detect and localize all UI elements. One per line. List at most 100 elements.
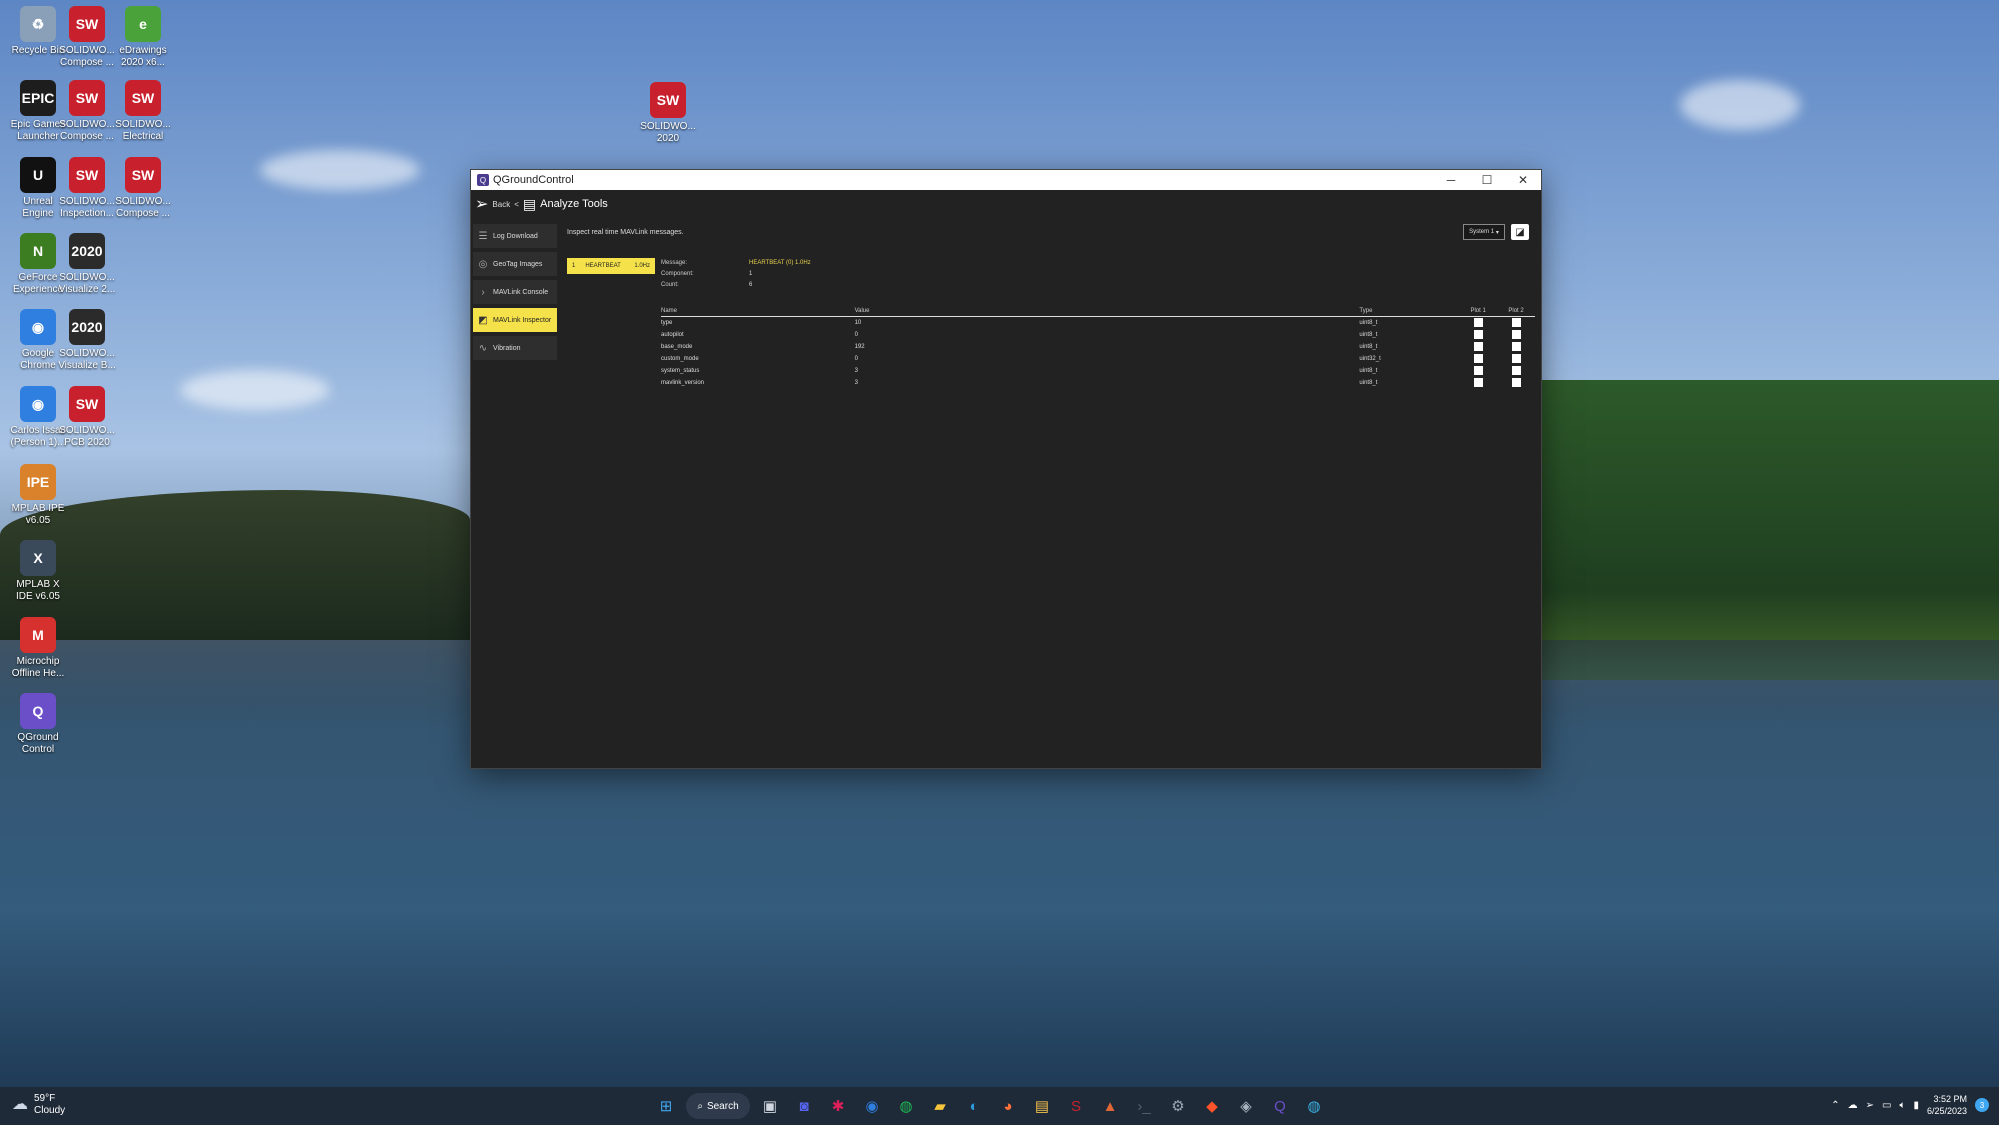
plot1-checkbox[interactable]	[1473, 377, 1483, 387]
desktop-icon[interactable]: SW SOLIDWO... Compose ...	[57, 6, 117, 69]
plot2-checkbox[interactable]	[1511, 353, 1521, 363]
windows-start-icon[interactable]: ⊞	[652, 1092, 680, 1120]
edge-icon[interactable]: ◐	[960, 1092, 988, 1120]
sidebar-item-label: Log Download	[493, 232, 538, 240]
desktop-icon[interactable]: SW SOLIDWO... Compose ...	[57, 80, 117, 143]
close-button[interactable]: ✕	[1505, 170, 1541, 190]
discord-icon[interactable]: ◙	[790, 1092, 818, 1120]
clock[interactable]: 3:52 PM 6/25/2023	[1927, 1093, 1967, 1117]
plot2-checkbox[interactable]	[1511, 341, 1521, 351]
qgroundcontrol-window: Q QGroundControl ─ ☐ ✕ ➢ Back < ▤ Analyz…	[471, 170, 1541, 768]
sidebar-item-log-download[interactable]: ☰ Log Download	[473, 224, 557, 248]
send-icon[interactable]: ➢	[1866, 1100, 1874, 1111]
sidebar-icon: ›	[481, 286, 485, 298]
settings-toggle-button[interactable]: ◪	[1511, 224, 1529, 240]
plot1-checkbox[interactable]	[1473, 317, 1483, 327]
file-explorer-icon[interactable]: ▤	[1028, 1092, 1056, 1120]
desktop-icon-label: eDrawings 2020 x6...	[119, 45, 167, 68]
chrome-icon[interactable]: ◉	[858, 1092, 886, 1120]
field-type: uint32_t	[1359, 356, 1381, 362]
info-key: Component:	[661, 271, 694, 277]
field-type: uint8_t	[1359, 332, 1378, 338]
cloud	[1680, 80, 1800, 130]
desktop-icon[interactable]: e eDrawings 2020 x6...	[113, 6, 173, 69]
qgroundcontrol-icon[interactable]: Q	[1266, 1092, 1294, 1120]
field-type: uint8_t	[1359, 320, 1378, 326]
desktop-icon[interactable]: IPE MPLAB IPE v6.05	[8, 464, 68, 527]
chevron-left-icon: <	[514, 199, 519, 209]
plot2-checkbox[interactable]	[1511, 329, 1521, 339]
app-icon: SW	[69, 386, 105, 422]
plot1-checkbox[interactable]	[1473, 329, 1483, 339]
app-icon: U	[20, 157, 56, 193]
network-icon[interactable]: ▭	[1882, 1100, 1891, 1111]
plot-cell	[1459, 353, 1497, 365]
app-icon: 2020	[69, 233, 105, 269]
desktop-icon-label: SOLIDWO... Compose ...	[115, 196, 171, 219]
field-value: 3	[854, 380, 858, 386]
notification-icon[interactable]: 3	[1975, 1098, 1989, 1112]
plot2-checkbox[interactable]	[1511, 365, 1521, 375]
info-key: Count:	[661, 282, 679, 288]
system-select-value: System 1	[1469, 229, 1495, 235]
desktop-icon[interactable]: SW SOLIDWO... 2020	[638, 82, 698, 145]
terminal-icon[interactable]: ›_	[1130, 1092, 1158, 1120]
desktop-icon[interactable]: SW SOLIDWO... Electrical	[113, 80, 173, 143]
plot-cell	[1497, 377, 1535, 389]
sidebar-item-mavlink-console[interactable]: › MAVLink Console	[473, 280, 557, 304]
cloud	[180, 370, 330, 410]
task-view-icon[interactable]: ▣	[756, 1092, 784, 1120]
desktop-icon-label: SOLIDWO... PCB 2020	[59, 425, 115, 448]
message-list-item[interactable]: 1 HEARTBEAT 1.0Hz	[567, 258, 655, 274]
globe-icon[interactable]: ◍	[1300, 1092, 1328, 1120]
sidebar-item-label: GeoTag Images	[493, 260, 543, 268]
field-name: type	[661, 320, 673, 326]
onedrive-icon[interactable]: ☁	[1848, 1100, 1858, 1111]
desktop-icon[interactable]: Q QGround Control	[8, 693, 68, 756]
table-row: mavlink_version 3 uint8_t	[661, 377, 1535, 389]
sidebar-item-vibration[interactable]: ∿ Vibration	[473, 336, 557, 360]
page-title: Analyze Tools	[540, 198, 608, 210]
desktop-icon[interactable]: X MPLAB X IDE v6.05	[8, 540, 68, 603]
app-icon: EPIC	[20, 80, 56, 116]
chevron-up-icon[interactable]: ⌃	[1831, 1100, 1839, 1111]
brave-icon[interactable]: ◆	[1198, 1092, 1226, 1120]
sidebar-item-geotag-images[interactable]: ◎ GeoTag Images	[473, 252, 557, 276]
message-rate: 1.0Hz	[634, 263, 650, 269]
desktop-icon[interactable]: 2020 SOLIDWO... Visualize B...	[57, 309, 117, 372]
sidebar: ☰ Log Download ◎ GeoTag Images › MAVLink Cons…	[473, 224, 557, 364]
volume-icon[interactable]: 🔈︎	[1899, 1100, 1905, 1111]
battery-icon[interactable]: ▮	[1913, 1100, 1919, 1111]
taskbar-apps: ⊞ ⌕ Search ▣ ◙ ✱ ◉ ◍ ▰ ◐ ◕ ▤ S ▲ ›_ ⚙ ◆ ◈ Q ◍	[652, 1092, 1328, 1120]
maximize-button[interactable]: ☐	[1469, 170, 1505, 190]
plot2-checkbox[interactable]	[1511, 317, 1521, 327]
info-value: 6	[749, 282, 753, 288]
plot2-checkbox[interactable]	[1511, 377, 1521, 387]
steam-icon[interactable]: ⚙	[1164, 1092, 1192, 1120]
firefox-icon[interactable]: ◕	[994, 1092, 1022, 1120]
desktop-icon[interactable]: SW SOLIDWO... Compose ...	[113, 157, 173, 220]
plot1-checkbox[interactable]	[1473, 365, 1483, 375]
toolbar: ➢ Back < ▤ Analyze Tools	[471, 190, 1541, 218]
back-button[interactable]: ➢ Back <	[475, 194, 519, 214]
solidworks-icon[interactable]: S	[1062, 1092, 1090, 1120]
desktop-icon[interactable]: SW SOLIDWO... PCB 2020	[57, 386, 117, 449]
desktop-icon[interactable]: 2020 SOLIDWO... Visualize 2...	[57, 233, 117, 296]
app-generic-icon[interactable]: ◈	[1232, 1092, 1260, 1120]
minimize-button[interactable]: ─	[1433, 170, 1469, 190]
slack-icon[interactable]: ✱	[824, 1092, 852, 1120]
sticky-notes-icon[interactable]: ▰	[926, 1092, 954, 1120]
title-bar[interactable]: Q QGroundControl ─ ☐ ✕	[471, 170, 1541, 190]
weather-temp: 59°F	[34, 1093, 56, 1104]
plot1-checkbox[interactable]	[1473, 341, 1483, 351]
matlab-icon[interactable]: ▲	[1096, 1092, 1124, 1120]
search-button[interactable]: ⌕ Search	[686, 1093, 750, 1119]
weather-widget[interactable]: ☁ 59°F Cloudy	[12, 1093, 65, 1117]
field-value: 192	[854, 344, 865, 350]
sidebar-item-mavlink-inspector[interactable]: ◩ MAVLink Inspector	[473, 308, 557, 332]
plot1-checkbox[interactable]	[1473, 353, 1483, 363]
system-select[interactable]: System 1 ▾	[1463, 224, 1505, 240]
desktop-icon[interactable]: SW SOLIDWO... Inspection...	[57, 157, 117, 220]
spotify-icon[interactable]: ◍	[892, 1092, 920, 1120]
desktop-icon[interactable]: M Microchip Offline He...	[8, 617, 68, 680]
